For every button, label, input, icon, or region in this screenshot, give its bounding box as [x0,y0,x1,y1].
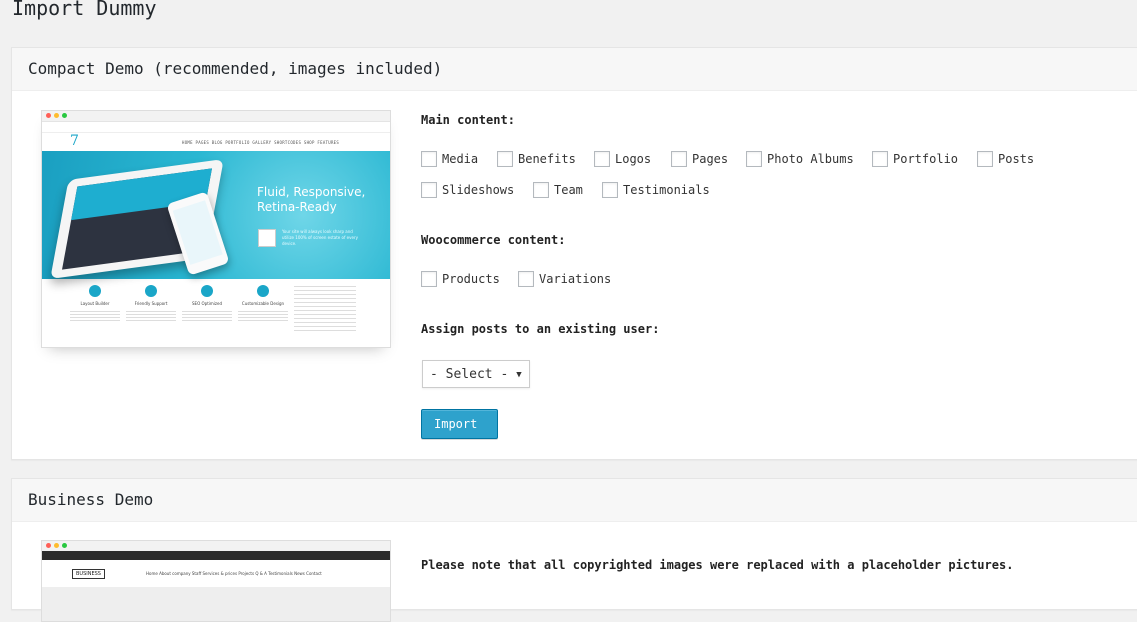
checkbox-team[interactable]: Team [533,182,583,198]
checkbox-logos[interactable]: Logos [594,151,651,167]
main-content-label: Main content: [421,113,515,127]
checkbox-benefits[interactable]: Benefits [497,151,576,167]
page-title: Import Dummy [12,0,157,20]
checkbox-box[interactable] [602,182,618,198]
checkbox-media[interactable]: Media [421,151,478,167]
checkbox-variations[interactable]: Variations [518,271,611,287]
import-content-button[interactable]: Import content [421,409,498,459]
preview-browser-frame: 7 HOME PAGES BLOG PORTFOLIO GALLERY SHOR… [41,110,391,348]
checkbox-box[interactable] [746,151,762,167]
close-dot-icon [46,543,51,548]
user-select[interactable]: - Select - ▼ [422,360,530,388]
business-demo-preview: BUSINESS Home About company Staff Servic… [41,540,391,622]
preview-hero: Fluid, Responsive, Retina-Ready Your sit… [42,151,390,279]
checkbox-box[interactable] [594,151,610,167]
placeholder-note: Please note that all copyrighted images … [421,558,1014,572]
qr-code-icon [258,229,276,247]
business-demo-title: Business Demo [12,479,1137,522]
maximize-dot-icon [62,543,67,548]
business-demo-panel: Business Demo BUSINESS Home About compan… [11,478,1137,622]
browser-chrome [42,111,390,122]
preview-feature: Layout Builder [70,285,120,323]
assign-user-label: Assign posts to an existing user: [421,322,660,336]
maximize-dot-icon [62,113,67,118]
preview-sidebar-text [294,283,356,331]
browser-chrome [42,541,390,551]
preview-topbar [42,122,390,133]
checkbox-box[interactable] [497,151,513,167]
checkbox-slideshows[interactable]: Slideshows [421,182,514,198]
phone-image [166,191,230,276]
preview-browser-frame: BUSINESS Home About company Staff Servic… [41,540,391,622]
preview-feature: Friendly Support [126,285,176,323]
checkbox-portfolio[interactable]: Portfolio [872,151,958,167]
minimize-dot-icon [54,113,59,118]
preview-hero-title: Fluid, Responsive, Retina-Ready [257,185,366,214]
preview-hero-desc: Your site will always look sharp and uti… [282,229,358,246]
checkbox-box[interactable] [671,151,687,167]
checkbox-box[interactable] [421,182,437,198]
minimize-dot-icon [54,543,59,548]
preview-topbar [42,551,390,560]
checkbox-photo-albums[interactable]: Photo Albums [746,151,854,167]
checkbox-box[interactable] [977,151,993,167]
preview-nav: 7 HOME PAGES BLOG PORTFOLIO GALLERY SHOR… [42,133,390,151]
checkbox-box[interactable] [533,182,549,198]
user-select-value: - Select - [430,367,509,382]
compact-demo-panel: Compact Demo (recommended, images includ… [11,47,1137,460]
compact-demo-preview: 7 HOME PAGES BLOG PORTFOLIO GALLERY SHOR… [41,110,391,348]
checkbox-pages[interactable]: Pages [671,151,728,167]
checkbox-box[interactable] [421,271,437,287]
checkbox-testimonials[interactable]: Testimonials [602,182,710,198]
checkbox-box[interactable] [518,271,534,287]
checkbox-products[interactable]: Products [421,271,500,287]
preview-logo: BUSINESS [72,569,105,579]
chevron-down-icon: ▼ [516,370,522,380]
preview-features: Layout Builder Friendly Support SEO Opti… [42,279,390,339]
checkbox-posts[interactable]: Posts [977,151,1034,167]
preview-band [42,587,390,621]
preview-nav-items: HOME PAGES BLOG PORTFOLIO GALLERY SHORTC… [182,140,340,145]
checkbox-box[interactable] [421,151,437,167]
checkbox-box[interactable] [872,151,888,167]
preview-feature: SEO Optimized [182,285,232,323]
compact-demo-title: Compact Demo (recommended, images includ… [12,48,1137,91]
woocommerce-content-label: Woocommerce content: [421,233,566,247]
preview-feature: Customizable Design [238,285,288,323]
preview-logo: 7 [70,133,79,149]
preview-nav-items: Home About company Staff Services & pric… [146,571,322,576]
close-dot-icon [46,113,51,118]
